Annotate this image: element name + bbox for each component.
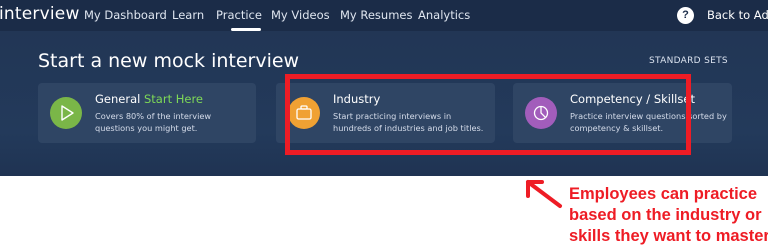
card-title: General Start Here (95, 92, 204, 106)
brand-logo[interactable]: interview (0, 4, 80, 24)
top-nav: interview My Dashboard Learn Practice My… (0, 0, 768, 31)
nav-item-learn[interactable]: Learn (172, 8, 204, 22)
help-icon[interactable]: ? (677, 7, 694, 24)
page-title: Start a new mock interview (38, 50, 300, 72)
nav-item-my-dashboard[interactable]: My Dashboard (84, 8, 167, 22)
annotation-arrow-icon (526, 180, 562, 208)
play-icon (50, 97, 82, 129)
nav-item-my-resumes[interactable]: My Resumes (340, 8, 412, 22)
nav-item-analytics[interactable]: Analytics (418, 8, 470, 22)
nav-item-my-videos[interactable]: My Videos (271, 8, 330, 22)
card-description: Covers 80% of the interview questions yo… (95, 111, 212, 133)
annotation-note: Employees can practice based on the indu… (569, 185, 768, 245)
standard-sets-label[interactable]: STANDARD SETS (649, 56, 728, 66)
nav-item-practice[interactable]: Practice (216, 8, 262, 22)
card-general[interactable]: General Start Here Covers 80% of the int… (38, 83, 256, 143)
back-to-admin-link[interactable]: Back to Admin (707, 8, 768, 22)
start-here-label: Start Here (143, 92, 204, 106)
highlight-box (285, 74, 691, 155)
